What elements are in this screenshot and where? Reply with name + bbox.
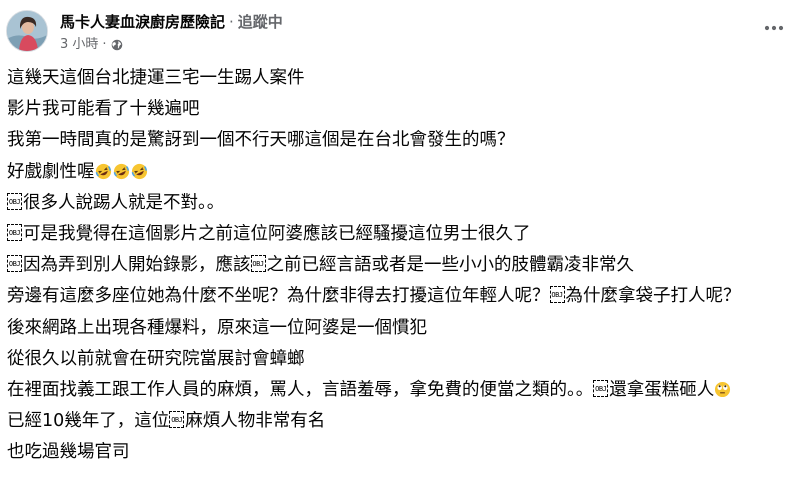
post-text-line: OBJ 可是我覺得在這個影片之前這位阿婆應該已經騷擾這位男士很久了 (7, 223, 793, 244)
more-options-icon[interactable] (762, 16, 786, 40)
post-text-segment: 旁邊有這麼多座位她為什麼不坐呢？為什麼非得去打擾這位年輕人呢？ (7, 286, 550, 307)
author-avatar[interactable] (6, 10, 48, 52)
post-text-line: 從很久以前就會在研究院當展討會蟑螂 (7, 349, 793, 369)
object-replacement-glyph: OBJ (549, 286, 565, 304)
rolling-laughing-icon (95, 163, 112, 180)
post-text-segment: 很多人說踢人就是不對。。 (23, 192, 225, 213)
author-line: 馬卡人妻血淚廚房歷險記 · 追蹤中 (60, 11, 283, 33)
object-replacement-glyph: OBJ (7, 223, 22, 241)
post-meta: 3 小時 · (60, 36, 123, 54)
post-text-segment: 麻煩人物非常有名 (185, 411, 326, 432)
avatar-photo (7, 11, 47, 51)
post-text-line: OBJ 因為弄到別人開始錄影，應該 OBJ 之前已經言語或者是一些小小的肢體霸凌非常久 (7, 255, 793, 275)
post-text-segment: 這幾天這個台北捷運三宅一生踢人案件 (7, 68, 305, 88)
object-replacement-glyph: OBJ (250, 255, 266, 273)
post-text-segment: 為什麼拿袋子打人呢？ (565, 286, 741, 307)
post-text-segment: 影片我可能看了十幾遍吧 (7, 99, 200, 120)
object-replacement-glyph: OBJ (7, 192, 22, 210)
rolling-laughing-icon (113, 163, 130, 180)
globe-icon (111, 39, 123, 51)
post-text-segment: 後來網路上出現各種爆料，原來這一位阿婆是一個慣犯 (7, 317, 427, 338)
object-replacement-glyph: OBJ (593, 379, 609, 397)
meta-separator: · (102, 37, 107, 52)
post-text-line: 已經10幾年了，這位 OBJ 麻煩人物非常有名 (7, 411, 793, 431)
post-text-segment: 好戲劇性喔 (7, 161, 95, 182)
following-button[interactable]: 追蹤中 (238, 13, 283, 31)
post-text-segment: 從很久以前就會在研究院當展討會蟑螂 (7, 348, 305, 369)
post-text-segment: 可是我覺得在這個影片之前這位阿婆應該已經騷擾這位男士很久了 (23, 223, 531, 244)
post-text-line: 在裡面找義工跟工作人員的麻煩，罵人，言語羞辱，拿免費的便當之類的。。 OBJ 還拿蛋… (7, 379, 793, 400)
post-text-segment: 也吃過幾場官司 (7, 442, 130, 463)
post-text-segment: 因為弄到別人開始錄影，應該 (23, 255, 251, 276)
object-replacement-glyph: OBJ (169, 411, 185, 429)
post-text-line: 我第一時間真的是驚訝到一個不行天哪這個是在台北會發生的嗎？ (7, 130, 793, 150)
post-text-line: 這幾天這個台北捷運三宅一生踢人案件 (7, 68, 793, 88)
author-name[interactable]: 馬卡人妻血淚廚房歷險記 (60, 13, 225, 31)
object-replacement-glyph: OBJ (7, 255, 22, 273)
post-body: 這幾天這個台北捷運三宅一生踢人案件 影片我可能看了十幾遍吧我第一時間真的是驚訝到一… (7, 68, 793, 473)
post-text-line: 好戲劇性喔 (7, 162, 793, 182)
post-text-line: 後來網路上出現各種爆料，原來這一位阿婆是一個慣犯 (7, 318, 793, 338)
rolling-laughing-icon (131, 163, 148, 180)
post-text-line: 旁邊有這麼多座位她為什麼不坐呢？為什麼非得去打擾這位年輕人呢？ OBJ 為什麼拿袋子… (7, 286, 793, 306)
post-text-line: 影片我可能看了十幾遍吧 (7, 99, 793, 119)
post-timestamp[interactable]: 3 小時 (60, 36, 98, 54)
post-text-segment: 之前已經言語或者是一些小小的肢體霸凌非常久 (266, 255, 635, 276)
post-text-segment: 我第一時間真的是驚訝到一個不行天哪這個是在台北會發生的嗎？ (7, 130, 515, 151)
post-text-line: 也吃過幾場官司 (7, 442, 793, 462)
post-text-line: OBJ 很多人說踢人就是不對。。 (7, 192, 793, 213)
post-text-segment: 已經10幾年了，這位 (7, 411, 170, 432)
post-header: 馬卡人妻血淚廚房歷險記 · 追蹤中 3 小時 · (0, 0, 800, 60)
rolling-eyes-icon (714, 381, 731, 398)
post-text-segment: 在裡面找義工跟工作人員的麻煩，罵人，言語羞辱，拿免費的便當之類的。。 (7, 379, 594, 400)
author-separator: · (229, 13, 234, 31)
post-text-segment: 還拿蛋糕砸人 (609, 379, 715, 400)
